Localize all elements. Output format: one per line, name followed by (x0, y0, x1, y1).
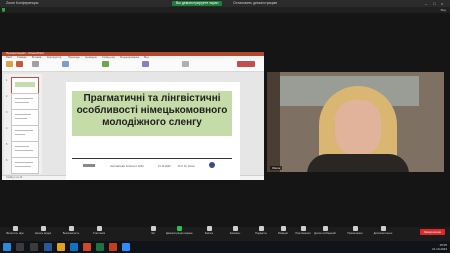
powerpoint-icon[interactable] (109, 243, 117, 251)
reactions-icon (280, 226, 286, 231)
slide-thumbnail-1[interactable] (11, 77, 39, 94)
slide-thumbnail-2[interactable] (11, 93, 39, 110)
thumb-num-6: 6 (6, 159, 8, 162)
control-label: Чат (150, 232, 156, 235)
arrange-icon[interactable] (142, 61, 149, 67)
breakout-rooms-button[interactable]: Комнаты (222, 226, 248, 235)
chrome-icon[interactable] (83, 243, 91, 251)
microphone-icon (12, 226, 18, 231)
control-label: Доска сообщений (314, 232, 336, 235)
word-icon[interactable] (44, 243, 52, 251)
record-button[interactable]: Запись (196, 226, 222, 235)
view-menu[interactable]: Вид (441, 8, 446, 12)
university-logo (83, 164, 95, 167)
seal-icon (209, 162, 215, 168)
zoom-icon[interactable] (122, 243, 130, 251)
whiteboard-button[interactable]: Доска сообщений (312, 226, 338, 235)
unmute-button[interactable]: Включить звук (2, 226, 28, 235)
share-screen-button[interactable]: Демонстрация экрана (166, 226, 193, 235)
slide-title: Прагматичні та лінгвістичні особливості … (76, 93, 228, 128)
close-icon[interactable]: × (441, 0, 443, 7)
share-ppt-button[interactable] (237, 61, 255, 67)
control-label: Безопасность (62, 232, 80, 235)
clock-date: 21.10.2023 (431, 247, 447, 251)
maximize-icon[interactable]: □ (433, 0, 435, 7)
participant-body (307, 154, 409, 172)
thumb-num-3: 3 (6, 111, 8, 114)
thumb-num-4: 4 (6, 127, 8, 130)
control-label: Запись (204, 232, 214, 235)
windows-start-icon[interactable] (3, 243, 11, 251)
video-camera-icon (40, 226, 46, 231)
participant-name-label: Olena (270, 166, 283, 170)
control-label: Демонстрация экрана (166, 232, 193, 235)
podcast-icon (258, 226, 264, 231)
slide-thumbnail-5[interactable] (11, 141, 39, 158)
notes-icon (352, 226, 358, 231)
doorframe (267, 72, 280, 172)
control-label: Примечания (347, 232, 363, 235)
minimize-icon[interactable]: – (425, 0, 427, 7)
share-screen-icon (176, 226, 182, 231)
slide-footer-author: Prof. Dr. Olena (178, 165, 195, 168)
task-view-icon[interactable] (30, 243, 38, 251)
participant-face (335, 100, 381, 156)
slide-thumbnails: 1 2 3 4 5 6 (4, 74, 42, 174)
window-title: Zoom Конференция (6, 1, 39, 5)
shield-icon[interactable] (2, 8, 5, 12)
sharing-indicator[interactable]: Вы демонстрируете экран (172, 1, 223, 6)
ppt-ribbon (2, 59, 264, 72)
participants-button[interactable]: Участники (86, 226, 112, 235)
end-meeting-button[interactable]: Завершение (420, 229, 445, 235)
slide-footer-date: 21.10.2023 (158, 165, 171, 168)
windows-taskbar (0, 241, 450, 253)
paste-icon[interactable] (6, 61, 13, 67)
shapes-icon[interactable] (102, 61, 109, 67)
breakout-rooms-icon (232, 226, 238, 231)
paragraph-icon[interactable] (62, 61, 69, 67)
control-label: Включить звук (6, 232, 24, 235)
control-label: Дополнительно (373, 232, 393, 235)
chat-icon (150, 226, 156, 231)
system-tray-clock[interactable]: 15:05 21.10.2023 (432, 243, 447, 251)
slide-thumbnail-6[interactable] (11, 157, 39, 174)
edge-icon[interactable] (70, 243, 78, 251)
participant-video[interactable]: Olena (267, 72, 444, 172)
control-label: Комнаты (229, 232, 241, 235)
slide-canvas[interactable]: Прагматичні та лінгвістичні особливості … (66, 82, 240, 180)
slide-divider (72, 158, 232, 159)
apps-icon (300, 226, 306, 231)
notes-button[interactable]: Примечания (342, 226, 368, 235)
start-video-button[interactable]: Начать видео (30, 226, 56, 235)
thumb-num-5: 5 (6, 143, 8, 146)
ppt-title: Презентация1 - PowerPoint (6, 51, 44, 55)
thumb-num-1: 1 (6, 79, 8, 82)
slide-counter: Слайд 1 из 12 (6, 176, 23, 179)
more-button[interactable]: Дополнительно (370, 226, 396, 235)
font-icon[interactable] (32, 61, 39, 67)
chat-button[interactable]: Чат (140, 226, 166, 235)
shield-icon (68, 226, 74, 231)
file-explorer-icon[interactable] (57, 243, 65, 251)
new-slide-icon[interactable] (16, 61, 23, 67)
slide-thumbnail-4[interactable] (11, 125, 39, 142)
participants-icon (96, 226, 102, 231)
thumb-num-2: 2 (6, 95, 8, 98)
find-icon[interactable] (182, 61, 189, 67)
more-icon (380, 226, 386, 231)
record-icon (206, 226, 212, 231)
whiteboard-icon (322, 226, 328, 231)
control-label: Начать видео (34, 232, 52, 235)
control-label: Участники (92, 232, 106, 235)
title-bar (0, 0, 450, 7)
slide-footer-conference: Internationale Konferenz 2023 (110, 165, 144, 168)
stop-share-button[interactable]: Остановить демонстрацию (233, 0, 277, 7)
search-icon[interactable] (16, 243, 24, 251)
slide-thumbnail-3[interactable] (11, 109, 39, 126)
security-button[interactable]: Безопасность (58, 226, 84, 235)
excel-icon[interactable] (96, 243, 104, 251)
